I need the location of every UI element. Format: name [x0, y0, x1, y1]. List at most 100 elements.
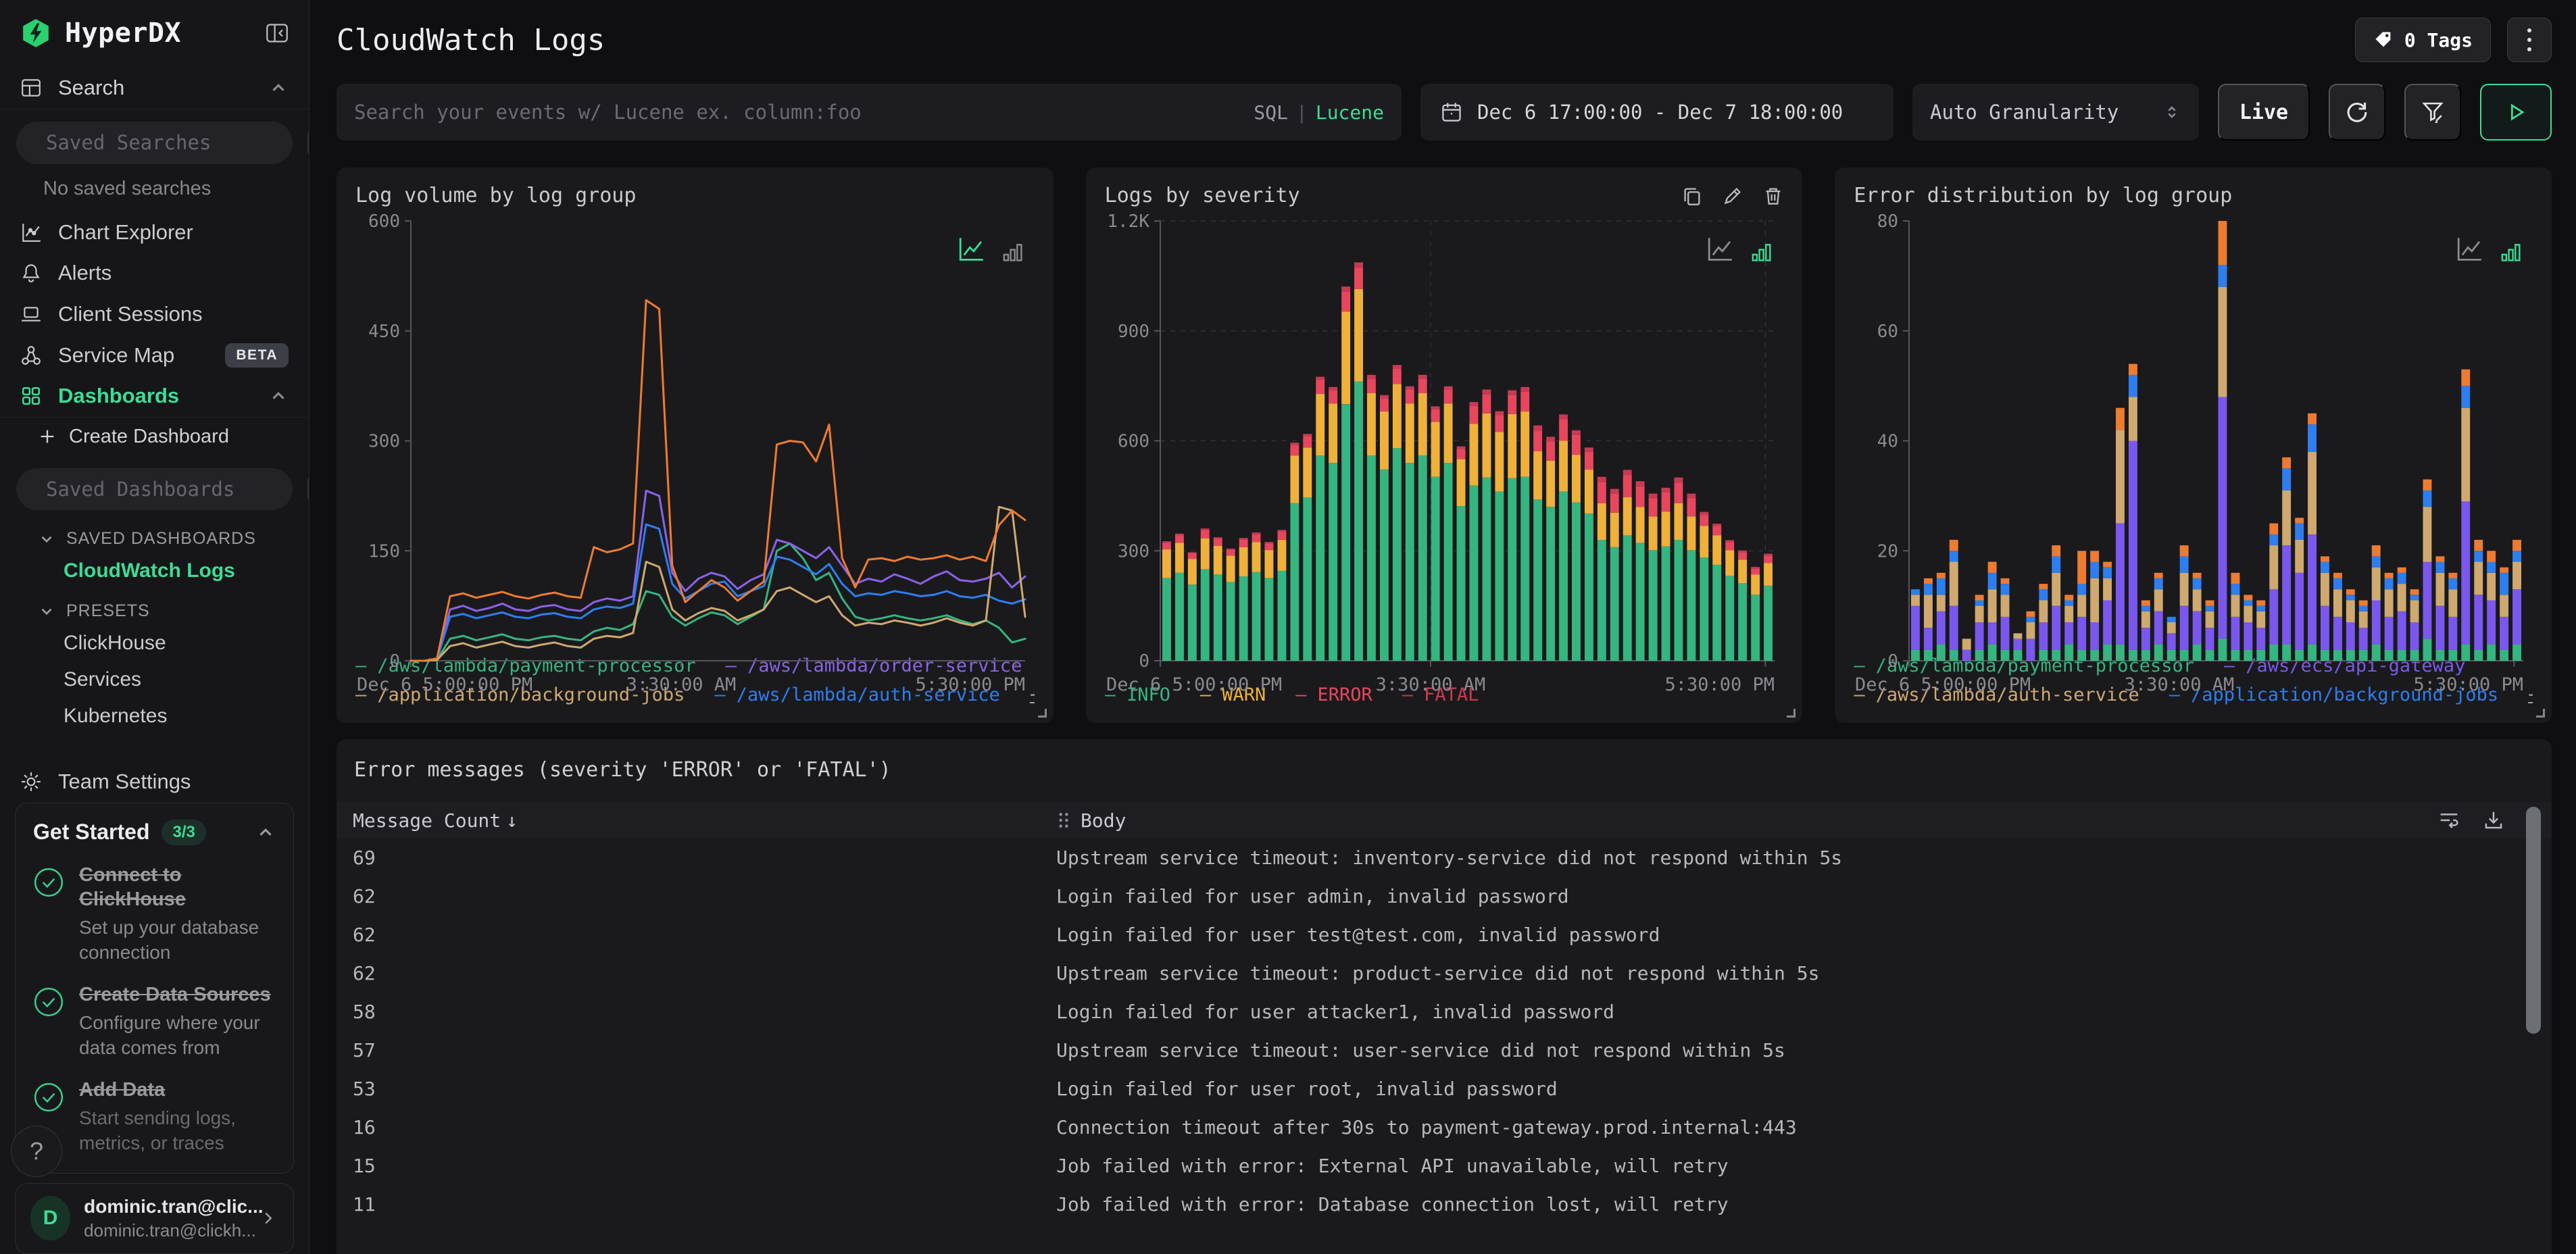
shortcut-badge: ⌘K	[307, 130, 309, 156]
saved-searches-field[interactable]	[46, 131, 295, 155]
chevron-right-icon	[258, 1208, 278, 1228]
sidebar-item-kubernetes[interactable]: Kubernetes	[0, 698, 309, 734]
chevron-up-icon[interactable]	[268, 78, 289, 98]
column-message-count[interactable]: Message Count ↓	[337, 809, 1056, 832]
filter-button[interactable]	[2404, 84, 2461, 141]
svg-text:5:30:00 PM: 5:30:00 PM	[1664, 674, 1775, 695]
table-row[interactable]: 11 Job failed with error: Database connec…	[337, 1185, 2552, 1224]
resize-handle[interactable]	[1037, 709, 1047, 718]
sidebar-item-clickhouse[interactable]: ClickHouse	[0, 625, 309, 661]
download-icon[interactable]	[2483, 809, 2504, 831]
sidebar-item-chart-explorer[interactable]: Chart Explorer	[0, 212, 309, 253]
table-header: Message Count ↓ Body	[337, 802, 2552, 838]
svg-text:0: 0	[1139, 651, 1149, 672]
run-query-button[interactable]	[2480, 84, 2552, 141]
chevron-down-icon	[41, 608, 52, 615]
edit-icon[interactable]	[1723, 186, 1743, 206]
sidebar-item-service-map[interactable]: Service Map BETA	[0, 334, 309, 376]
presets-heading[interactable]: PRESETS	[0, 589, 309, 625]
query-language-toggle[interactable]: SQL | Lucene	[1254, 101, 1384, 124]
svg-text:1.2K: 1.2K	[1107, 211, 1149, 232]
table-row[interactable]: 69 Upstream service timeout: inventory-se…	[337, 838, 2552, 877]
table-row[interactable]: 62 Login failed for user test@test.com, i…	[337, 916, 2552, 954]
logs-by-severity-chart[interactable]: 1.2K 900 600 300 0 Dec 6 5:00:00 PM 3:30:00 AM…	[1105, 210, 1784, 695]
granularity-select[interactable]: Auto Granularity	[1912, 84, 2199, 141]
get-started-header[interactable]: Get Started 3/3	[33, 819, 276, 845]
saved-searches-input[interactable]: ⌘K	[16, 122, 309, 164]
svg-text:40: 40	[1877, 432, 1898, 452]
delete-icon[interactable]	[1763, 186, 1783, 206]
sidebar-item-search[interactable]: Search	[0, 67, 309, 109]
sidebar-item-client-sessions[interactable]: Client Sessions	[0, 294, 309, 335]
event-search-input[interactable]	[354, 101, 1241, 124]
resize-handle[interactable]	[1787, 709, 1796, 718]
sidebar-item-alerts[interactable]: Alerts	[0, 253, 309, 294]
line-chart-toggle[interactable]	[958, 236, 986, 263]
saved-dashboards-field[interactable]	[46, 477, 295, 501]
sidebar-item-cloudwatch-logs[interactable]: CloudWatch Logs	[0, 553, 309, 589]
step-desc: Start sending logs, metrics, or traces	[79, 1107, 236, 1153]
table-row[interactable]: 15 Job failed with error: External API un…	[337, 1147, 2552, 1185]
table-row[interactable]: 58 Login failed for user attacker1, inval…	[337, 993, 2552, 1031]
table-row[interactable]: 62 Login failed for user admin, invalid p…	[337, 877, 2552, 916]
sidebar-collapse-icon[interactable]	[266, 22, 289, 45]
refresh-button[interactable]	[2329, 84, 2385, 141]
get-started-step-connect[interactable]: Connect to ClickHouse Set up your databa…	[33, 863, 276, 965]
chevron-up-icon[interactable]	[255, 822, 276, 843]
error-distribution-chart[interactable]: 80 60 40 20 0 Dec 6 5:00:00 PM 3:30:00 AM 5:30:…	[1854, 210, 2533, 695]
sidebar-item-dashboards[interactable]: Dashboards	[0, 376, 309, 417]
log-volume-chart[interactable]: 600 450 300 150 0 Dec 6 5:00:00 PM 3:30:00 AM 5…	[355, 210, 1035, 695]
table-row[interactable]: 62 Upstream service timeout: product-serv…	[337, 954, 2552, 993]
tags-button[interactable]: 0 Tags	[2354, 18, 2491, 62]
date-range-picker[interactable]: Dec 6 17:00:00 - Dec 7 18:00:00	[1420, 84, 1893, 141]
panel-error-distribution: Error distribution by log group 80 60 40 20…	[1835, 168, 2552, 723]
help-button[interactable]: ?	[11, 1126, 62, 1177]
line-chart-toggle[interactable]	[1706, 236, 1735, 263]
sidebar-item-services[interactable]: Services	[0, 661, 309, 698]
duplicate-icon[interactable]	[1682, 186, 1702, 206]
event-search-box[interactable]: SQL|Lucene	[337, 84, 1402, 141]
table-row[interactable]: 57 Upstream service timeout: user-service…	[337, 1031, 2552, 1070]
get-started-step-sources[interactable]: Create Data Sources Configure where your…	[33, 982, 276, 1060]
column-body[interactable]: Body	[1056, 809, 2438, 832]
user-menu[interactable]: D dominic.tran@clic... dominic.tran@clic…	[15, 1182, 294, 1254]
table-title: Error messages (severity 'ERROR' or 'FAT…	[354, 758, 891, 782]
gear-icon	[22, 772, 41, 792]
lucene-toggle[interactable]: Lucene	[1316, 101, 1384, 124]
create-dashboard-button[interactable]: Create Dashboard	[0, 418, 309, 456]
resize-handle[interactable]	[2536, 709, 2546, 718]
no-saved-searches-text: No saved searches	[43, 177, 212, 199]
table-scrollbar-thumb[interactable]	[2526, 807, 2541, 1034]
bar-chart-toggle[interactable]	[2499, 240, 2522, 263]
saved-dashboards-input[interactable]: ⌘K	[16, 468, 309, 511]
chevron-up-icon[interactable]	[268, 386, 289, 406]
get-started-step-add-data[interactable]: Add Data Start sending logs, metrics, or…	[33, 1078, 276, 1155]
bar-chart-toggle[interactable]	[1001, 240, 1024, 263]
svg-text:0: 0	[1888, 651, 1899, 672]
live-button[interactable]: Live	[2218, 84, 2310, 141]
get-started-progress-badge: 3/3	[162, 819, 206, 845]
table-row[interactable]: 53 Login failed for user root, invalid pa…	[337, 1070, 2552, 1108]
svg-text:3:30:00 AM: 3:30:00 AM	[1375, 674, 1485, 695]
line-chart-toggle[interactable]	[2456, 236, 2484, 263]
panel-log-volume: Log volume by log group 600 450 300 150 0 Dec…	[337, 168, 1054, 723]
hyperdx-logo-icon	[20, 18, 51, 49]
search-section-icon	[22, 78, 41, 97]
drag-handle-icon[interactable]	[1056, 811, 1071, 829]
sidebar-item-label: Team Settings	[58, 770, 191, 794]
dashboard-menu-button[interactable]	[2507, 18, 2552, 62]
svg-text:5:30:00 PM: 5:30:00 PM	[2414, 674, 2524, 695]
sidebar-item-team-settings[interactable]: Team Settings	[0, 761, 309, 803]
wrap-text-icon[interactable]	[2438, 809, 2460, 831]
beta-badge: BETA	[225, 343, 289, 368]
get-started-title: Get Started	[33, 820, 150, 845]
sql-toggle[interactable]: SQL	[1254, 101, 1288, 124]
sidebar-item-label: Alerts	[58, 261, 112, 285]
saved-dashboards-heading[interactable]: SAVED DASHBOARDS	[0, 517, 309, 553]
sort-desc-icon[interactable]: ↓	[506, 809, 518, 832]
step-title: Create Data Sources	[79, 983, 271, 1005]
date-range-value: Dec 6 17:00:00 - Dec 7 18:00:00	[1477, 101, 1843, 124]
table-row[interactable]: 16 Connection timeout after 30s to paymen…	[337, 1108, 2552, 1147]
bar-chart-toggle[interactable]	[1750, 240, 1773, 263]
dashboards-icon	[22, 387, 41, 405]
